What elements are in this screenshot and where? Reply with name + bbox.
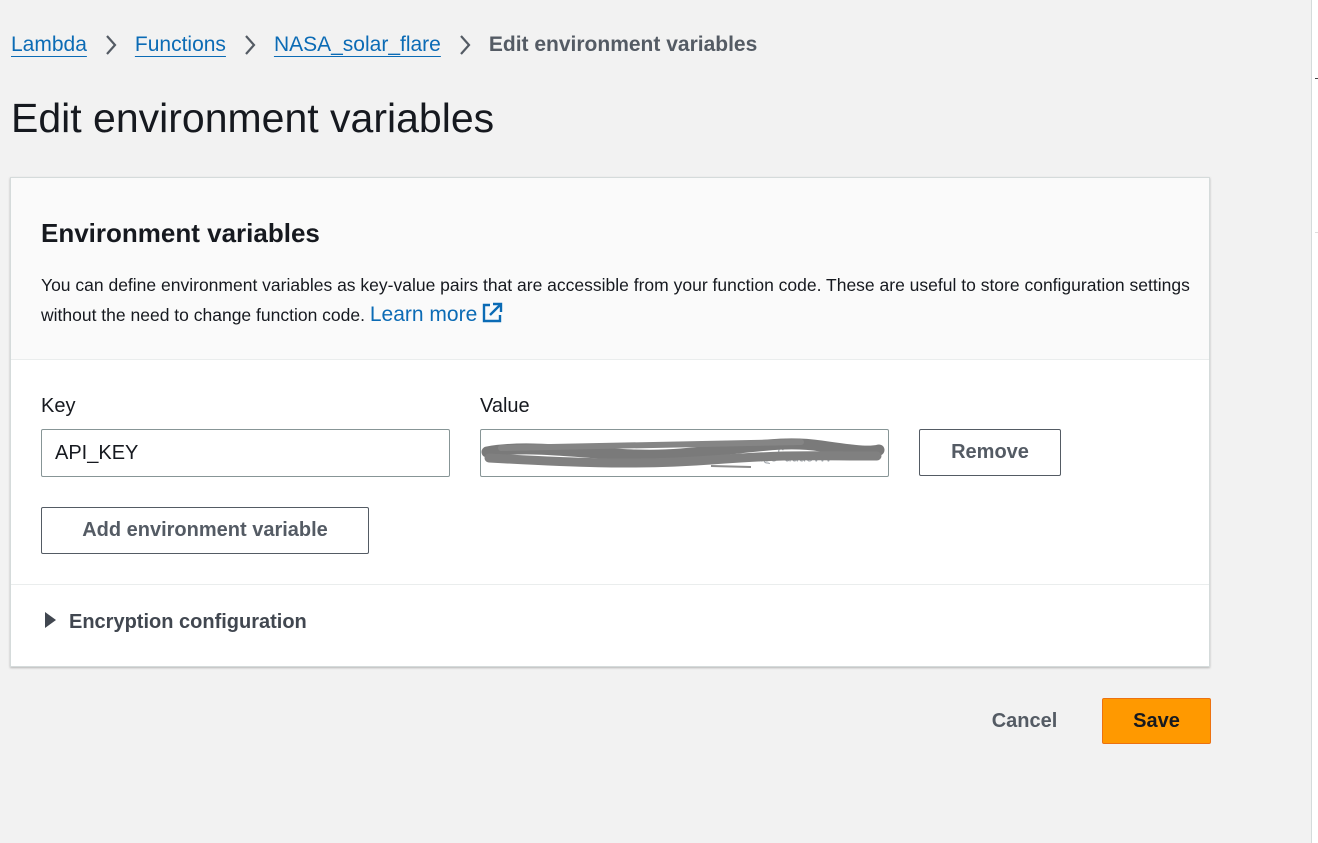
breadcrumb: Lambda Functions NASA_solar_flare Edit e… — [11, 30, 757, 60]
value-field[interactable]: ···········:ᵤᵨₒᶜᵤᵤᵤₒᵥᵥᵥ — [480, 429, 889, 477]
breadcrumb-functions-link[interactable]: Functions — [135, 33, 226, 57]
chevron-right-icon — [87, 30, 135, 60]
learn-more-link[interactable]: Learn more — [369, 302, 503, 326]
value-input[interactable] — [481, 430, 888, 476]
cancel-button[interactable]: Cancel — [972, 698, 1077, 744]
learn-more-label: Learn more — [369, 303, 478, 326]
add-environment-variable-button[interactable]: Add environment variable — [41, 507, 369, 554]
window-edge — [1311, 0, 1318, 843]
breadcrumb-lambda-link[interactable]: Lambda — [11, 33, 87, 57]
caret-right-icon — [43, 611, 57, 634]
breadcrumb-function-link[interactable]: NASA_solar_flare — [274, 33, 441, 57]
chevron-right-icon — [226, 30, 274, 60]
page-title: Edit environment variables — [11, 95, 495, 141]
chevron-right-icon — [441, 30, 489, 60]
panel-description: You can define environment variables as … — [41, 271, 1191, 332]
panel-title: Environment variables — [41, 218, 320, 248]
key-input[interactable] — [41, 429, 450, 477]
environment-variables-panel: Environment variables You can define env… — [10, 177, 1210, 667]
save-button[interactable]: Save — [1102, 698, 1211, 744]
divider — [11, 584, 1209, 585]
encryption-configuration-label: Encryption configuration — [69, 611, 307, 633]
external-link-icon — [481, 302, 503, 332]
description-text: You can define environment variables as … — [41, 275, 1190, 325]
remove-button[interactable]: Remove — [919, 429, 1061, 476]
panel-header: Environment variables You can define env… — [11, 178, 1209, 360]
encryption-configuration-expander[interactable]: Encryption configuration — [43, 611, 307, 634]
breadcrumb-current: Edit environment variables — [488, 33, 758, 56]
key-label: Key — [41, 395, 76, 417]
value-label: Value — [480, 395, 530, 417]
